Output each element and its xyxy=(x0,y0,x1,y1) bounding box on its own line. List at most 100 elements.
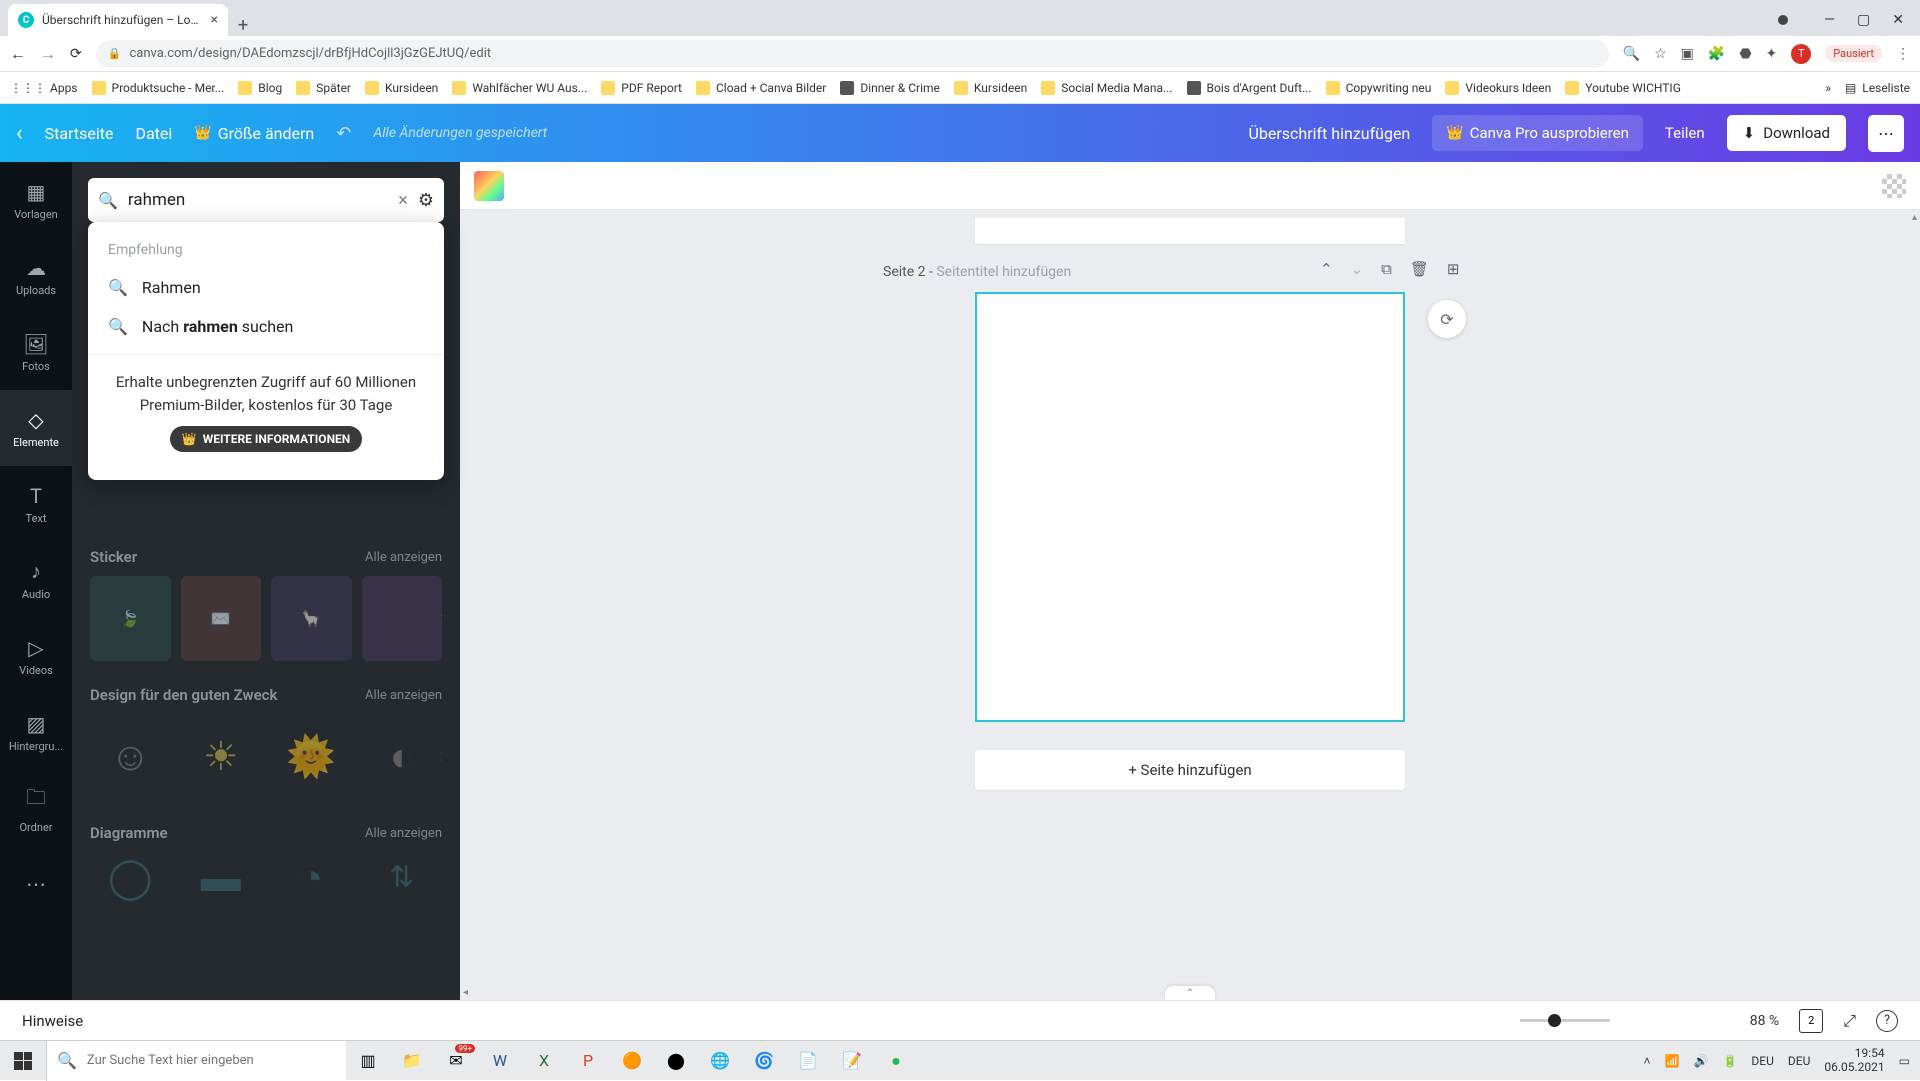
rail-folder[interactable]: 🗀Ordner xyxy=(0,770,72,846)
zoom-icon[interactable]: 🔍 xyxy=(1623,46,1640,62)
sticker-thumb[interactable] xyxy=(362,576,443,661)
clear-search-icon[interactable]: × xyxy=(398,190,408,211)
sticker-thumb[interactable]: 🦙 xyxy=(271,576,352,661)
chrome-icon[interactable]: 🌐 xyxy=(698,1041,742,1081)
rail-background[interactable]: ▨Hintergru... xyxy=(0,694,72,770)
elements-search[interactable]: 🔍 × ⚙ xyxy=(88,178,444,222)
regenerate-button[interactable]: ⟳ xyxy=(1428,300,1466,338)
background-color-picker[interactable] xyxy=(474,171,504,201)
bookmark-item[interactable]: Youtube WICHTIG xyxy=(1565,81,1681,95)
add-page-icon[interactable]: ⊞ xyxy=(1447,260,1460,278)
page-indicator[interactable]: 2 xyxy=(1799,1009,1823,1033)
kebab-icon[interactable]: ⋮ xyxy=(1896,46,1910,62)
wifi-icon[interactable]: 📶 xyxy=(1665,1054,1680,1068)
transparency-icon[interactable] xyxy=(1882,174,1906,198)
ext-icon[interactable]: 🧩 xyxy=(1708,46,1725,62)
close-tab-icon[interactable]: × xyxy=(211,12,218,28)
diagram-thumb[interactable]: ⇅ xyxy=(362,852,443,902)
bookmark-item[interactable]: Kursideen xyxy=(365,81,438,95)
zoom-value[interactable]: 88 % xyxy=(1750,1013,1779,1029)
rail-elements[interactable]: ◇Elemente xyxy=(0,390,72,466)
app-icon[interactable]: 🟠 xyxy=(610,1041,654,1081)
help-icon[interactable]: ? xyxy=(1876,1010,1898,1032)
bookmark-item[interactable]: Copywriting neu xyxy=(1326,81,1432,95)
download-button[interactable]: ⬇Download xyxy=(1727,115,1846,151)
page-canvas[interactable] xyxy=(975,292,1405,722)
nav-forward-icon[interactable]: → xyxy=(40,44,56,64)
read-icon[interactable]: ▣ xyxy=(1681,46,1694,62)
excel-icon[interactable]: X xyxy=(522,1041,566,1081)
browser-tab[interactable]: C Überschrift hinzufügen – Logo × xyxy=(8,4,228,36)
move-up-icon[interactable]: ⌃ xyxy=(1320,260,1333,278)
puzzle-icon[interactable]: ✦ xyxy=(1766,46,1778,62)
rail-templates[interactable]: ▦Vorlagen xyxy=(0,162,72,238)
carousel-next-icon[interactable]: › xyxy=(441,608,442,629)
document-title[interactable]: Überschrift hinzufügen xyxy=(1248,124,1410,143)
duplicate-page-icon[interactable]: ⧉ xyxy=(1381,260,1392,278)
account-dot-icon[interactable] xyxy=(1778,15,1788,25)
bookmark-item[interactable]: Blog xyxy=(238,81,282,95)
pages-panel-toggle[interactable]: ⌃ xyxy=(1165,986,1215,1000)
paused-pill[interactable]: Pausiert xyxy=(1825,45,1882,62)
new-tab-button[interactable]: + xyxy=(238,15,248,36)
rail-uploads[interactable]: ☁Uploads xyxy=(0,238,72,314)
reading-list-button[interactable]: ▤ Leseliste xyxy=(1845,81,1910,95)
word-icon[interactable]: W xyxy=(478,1041,522,1081)
rail-audio[interactable]: ♪Audio xyxy=(0,542,72,618)
search-input[interactable] xyxy=(128,190,388,210)
bookmark-item[interactable]: PDF Report xyxy=(601,81,682,95)
diagram-thumb[interactable]: ◔ xyxy=(271,852,352,902)
bookmark-overflow[interactable]: » xyxy=(1825,81,1831,95)
sticker-thumb[interactable]: 🍃 xyxy=(90,576,171,661)
bookmark-item[interactable]: Cload + Canva Bilder xyxy=(696,81,826,95)
clock[interactable]: 19:54 06.05.2021 xyxy=(1824,1047,1884,1073)
show-all-link[interactable]: Alle anzeigen xyxy=(365,550,442,565)
bookmark-item[interactable]: Bois d'Argent Duft... xyxy=(1187,81,1312,95)
task-view-icon[interactable]: ▥ xyxy=(346,1041,390,1081)
bookmark-item[interactable]: Kursideen xyxy=(954,81,1027,95)
scroll-up-icon[interactable]: ▴ xyxy=(1912,212,1917,223)
sticker-thumb[interactable]: ✉️ xyxy=(181,576,262,661)
carousel-next-icon[interactable]: › xyxy=(441,746,442,767)
undo-icon[interactable]: ↶ xyxy=(336,123,351,144)
show-all-link[interactable]: Alle anzeigen xyxy=(365,826,442,841)
notepad-icon[interactable]: 📝 xyxy=(830,1041,874,1081)
star-icon[interactable]: ☆ xyxy=(1654,46,1667,62)
url-field[interactable]: 🔒 canva.com/design/DAEdomzscjl/drBfjHdCo… xyxy=(96,40,1609,68)
page-label[interactable]: Seite 2 - Seitentitel hinzufügen xyxy=(883,264,1071,280)
battery-icon[interactable]: 🔋 xyxy=(1722,1054,1737,1068)
obs-icon[interactable]: ⬤ xyxy=(654,1041,698,1081)
element-thumb[interactable]: 🌞 xyxy=(271,714,352,799)
canvas-viewport[interactable]: ▴ Seite 2 - Seitentitel hinzufügen ⌃ ⌄ ⧉… xyxy=(460,210,1920,1000)
edge-icon[interactable]: 🌀 xyxy=(742,1041,786,1081)
reload-icon[interactable]: ⟳ xyxy=(70,46,82,62)
app-icon[interactable]: 📄 xyxy=(786,1041,830,1081)
bookmark-item[interactable]: Später xyxy=(296,81,351,95)
bookmark-item[interactable]: Produktsuche - Mer... xyxy=(92,81,225,95)
taskbar-search[interactable]: 🔍 xyxy=(46,1041,346,1081)
volume-icon[interactable]: 🔊 xyxy=(1694,1054,1709,1068)
fullscreen-icon[interactable]: ⤢ xyxy=(1843,1011,1856,1031)
bookmark-item[interactable]: Videokurs Ideen xyxy=(1445,81,1551,95)
try-pro-button[interactable]: 👑Canva Pro ausprobieren xyxy=(1432,115,1643,151)
file-explorer-icon[interactable]: 📁 xyxy=(390,1041,434,1081)
spotify-icon[interactable]: ● xyxy=(874,1041,918,1081)
bookmark-item[interactable]: Social Media Mana... xyxy=(1041,81,1172,95)
resize-button[interactable]: 👑Größe ändern xyxy=(194,124,314,143)
nav-back-icon[interactable]: ← xyxy=(10,44,26,64)
element-thumb[interactable]: ☀ xyxy=(181,714,262,799)
add-page-button[interactable]: + Seite hinzufügen xyxy=(975,750,1405,790)
powerpoint-icon[interactable]: P xyxy=(566,1041,610,1081)
element-thumb[interactable]: ☺ xyxy=(90,714,171,799)
previous-page-peek[interactable] xyxy=(975,218,1405,244)
show-all-link[interactable]: Alle anzeigen xyxy=(365,688,442,703)
keyboard-lang[interactable]: DEU xyxy=(1788,1054,1810,1068)
start-button[interactable] xyxy=(0,1041,46,1081)
rail-photos[interactable]: 🖼Fotos xyxy=(0,314,72,390)
apps-shortcut[interactable]: ⋮⋮⋮ Apps xyxy=(10,81,78,95)
mail-icon[interactable]: ✉ xyxy=(434,1041,478,1081)
taskbar-search-input[interactable] xyxy=(87,1053,336,1068)
notifications-icon[interactable]: ▭ xyxy=(1899,1054,1910,1068)
filter-icon[interactable]: ⚙ xyxy=(418,190,434,211)
share-button[interactable]: Teilen xyxy=(1665,124,1705,142)
